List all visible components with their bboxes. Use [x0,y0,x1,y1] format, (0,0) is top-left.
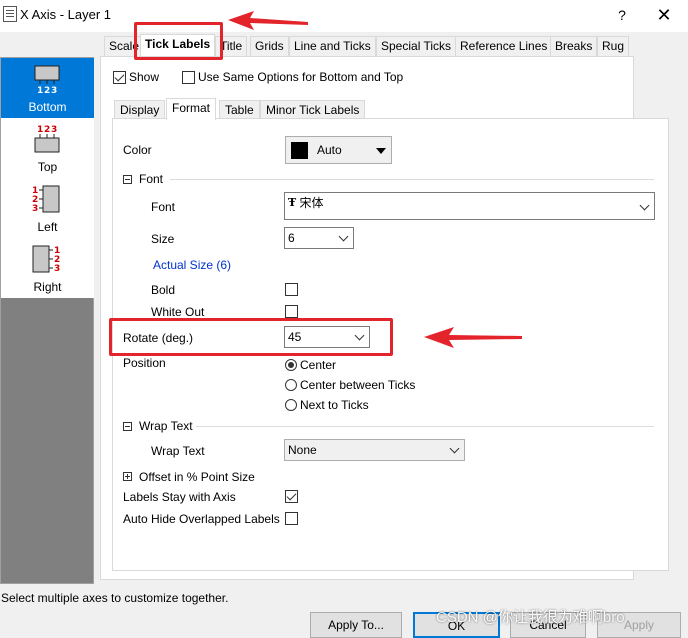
auto-hide-label: Auto Hide Overlapped Labels [123,512,280,526]
auto-hide-checkbox[interactable] [285,512,298,525]
wrap-text-dropdown[interactable]: None [284,439,465,461]
tab-line-and-ticks[interactable]: Line and Ticks [289,36,376,56]
axis-item-label: Right [33,280,62,294]
annotation-arrow-icon [228,11,308,30]
svg-text:1: 1 [37,125,43,135]
position-center-radio[interactable] [285,359,297,371]
status-text: Select multiple axes to customize togeth… [1,591,229,605]
axis-left-icon: 1 2 3 [32,185,60,214]
chevron-down-icon [338,231,349,242]
subtab-display[interactable]: Display [114,100,166,119]
axis-item-top[interactable]: 1 2 3 Top [1,118,94,178]
chevron-down-icon [449,443,460,454]
position-next-to-ticks-label: Next to Ticks [300,398,369,412]
offset-expand-icon[interactable] [123,472,132,481]
tab-reference-lines[interactable]: Reference Lines [455,36,553,56]
color-dropdown[interactable]: Auto [285,136,392,164]
color-label: Color [123,143,152,157]
axis-top-icon: 1 2 3 [34,125,60,153]
size-value: 6 [288,231,295,245]
wrap-text-value: None [288,443,317,457]
size-dropdown[interactable]: 6 [284,227,354,249]
font-value: 宋体 [299,196,324,210]
axis-list[interactable]: 1 2 3 Bottom 1 2 3 Top 1 2 3 Left 1 2 3 … [0,57,94,584]
show-checkbox[interactable] [113,71,126,84]
axis-item-bottom[interactable]: 1 2 3 Bottom [1,58,94,118]
svg-text:3: 3 [51,125,57,135]
tab-breaks[interactable]: Breaks [550,36,598,56]
subtab-table[interactable]: Table [219,100,260,119]
tab-rug[interactable]: Rug [597,36,630,56]
chevron-down-icon [639,200,650,211]
font-collapse-icon[interactable] [123,175,132,184]
app-icon [3,6,17,22]
offset-group-label: Offset in % Point Size [139,470,255,484]
font-label: Font [151,200,176,214]
svg-text:3: 3 [54,264,60,274]
font-group-label: Font [139,172,164,186]
axis-item-label: Left [37,220,58,234]
tab-special-ticks[interactable]: Special Ticks [376,36,457,56]
wrap-text-label: Wrap Text [151,444,205,458]
subtab-minor-tick-labels[interactable]: Minor Tick Labels [260,100,366,119]
show-label: Show [129,70,160,84]
axis-item-left[interactable]: 1 2 3 Left [1,178,94,238]
font-dropdown[interactable]: Ŧ 宋体 [284,192,655,220]
bold-label: Bold [151,283,176,297]
actual-size-link[interactable]: Actual Size (6) [153,258,231,272]
window-title: X Axis - Layer 1 [20,7,112,22]
position-label: Position [123,356,166,370]
svg-text:2: 2 [44,125,50,135]
font-group-divider [170,179,654,180]
labels-stay-checkbox[interactable] [285,490,298,503]
color-swatch [291,142,308,159]
svg-text:2: 2 [44,86,50,95]
axis-item-right[interactable]: 1 2 3 Right [1,238,94,298]
annotation-arrow-icon [424,327,522,348]
axis-bottom-icon: 1 2 3 [34,65,60,95]
help-button[interactable]: ? [612,5,632,25]
position-between-ticks-radio[interactable] [285,379,297,391]
bold-checkbox[interactable] [285,283,298,296]
title-bar: X Axis - Layer 1 ? ✕ [0,0,688,32]
dropdown-arrow-icon [376,148,386,154]
axis-right-icon: 1 2 3 [32,245,60,274]
position-center-label: Center [300,358,337,372]
svg-text:3: 3 [51,86,57,95]
white-out-label: White Out [151,305,205,319]
position-next-to-ticks-radio[interactable] [285,399,297,411]
same-options-label: Use Same Options for Bottom and Top [198,70,404,84]
axis-item-label: Bottom [28,100,67,114]
apply-to-button[interactable]: Apply To... [310,612,402,638]
white-out-checkbox[interactable] [285,305,298,318]
svg-text:1: 1 [37,86,43,95]
position-between-ticks-label: Center between Ticks [300,378,416,392]
tab-grids[interactable]: Grids [250,36,289,56]
close-button[interactable]: ✕ [650,4,678,26]
subtab-format[interactable]: Format [166,98,217,120]
truetype-font-icon: Ŧ [288,196,297,209]
size-label: Size [151,232,175,246]
labels-stay-label: Labels Stay with Axis [123,490,236,504]
annotation-box-rotate [109,318,393,356]
watermark-text: CSDN @你让我很为难啊bro [436,609,625,626]
same-options-checkbox[interactable] [182,71,195,84]
svg-text:3: 3 [32,204,38,214]
wrap-text-collapse-icon[interactable] [123,422,132,431]
wrap-text-group-label: Wrap Text [139,419,193,433]
wrap-text-group-divider [196,426,654,427]
tab-tick-labels[interactable]: Tick Labels [140,34,216,56]
color-value: Auto [317,143,342,157]
axis-item-label: Top [37,160,58,174]
